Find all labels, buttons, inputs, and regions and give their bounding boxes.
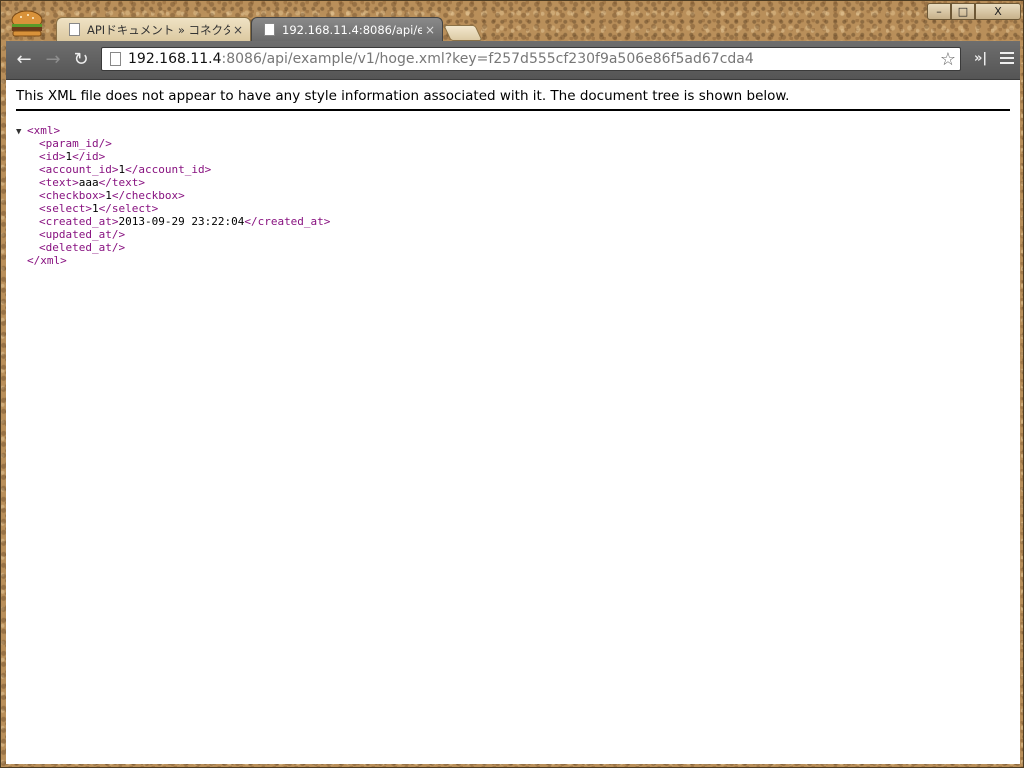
xml-style-message: This XML file does not appear to have an… [16,88,1010,111]
new-tab-button[interactable] [443,25,483,41]
xml-value: 2013-09-29 23:22:04 [118,215,245,228]
xml-tag: <account_id> [39,163,119,176]
xml-tag: <created_at> [39,215,119,228]
window-close-button[interactable]: X [975,3,1021,20]
page-icon [69,23,80,36]
url-path: :8086/api/example/v1/hoge.xml?key=f257d5… [221,51,754,67]
tab-api-documents[interactable]: APIドキュメント » コネクタ実装 × [56,17,251,41]
xml-tag: <text> [39,176,79,189]
tab-title: 192.168.11.4:8086/api/exam [282,22,422,37]
xml-element-line: <id>1</id> [16,150,330,163]
xml-value: aaa [78,176,99,189]
page-icon [264,23,275,36]
tab-xml-api[interactable]: 192.168.11.4:8086/api/exam × [251,17,443,41]
tab-title: APIドキュメント » コネクタ実装 [87,22,230,37]
xml-root-open-line[interactable]: ▼ <xml> [16,124,330,137]
xml-tag: <select> [39,202,92,215]
extensions-chevron-icon[interactable]: »| [974,51,987,66]
xml-tag: </checkbox> [111,189,185,202]
browser-toolbar: ← → ↻ 192.168.11.4:8086/api/example/v1/h… [6,41,1020,80]
xml-tag: </xml> [27,254,67,267]
minimize-button[interactable]: – [927,3,951,20]
browser-window: APIドキュメント » コネクタ実装 × 192.168.11.4:8086/a… [0,0,1024,768]
close-tab-icon[interactable]: × [422,23,438,37]
xml-tree: ▼ <xml> <param_id/> <id>1</id> <account_i… [16,124,330,267]
xml-element-line: <param_id/> [16,137,330,150]
url-host: 192.168.11.4 [128,51,222,67]
xml-value: 1 [105,189,112,202]
close-tab-icon[interactable]: × [230,23,246,37]
xml-root-close-line: </xml> [16,254,330,267]
xml-element-line: <deleted_at/> [16,241,330,254]
xml-tag: </created_at> [244,215,331,228]
xml-tag: <updated_at/> [39,228,126,241]
xml-value: 1 [91,202,99,215]
xml-tag: <param_id/> [39,137,112,150]
page-content: This XML file does not appear to have an… [6,80,1020,764]
xml-element-line: <account_id>1</account_id> [16,163,330,176]
xml-tag: <id> [39,150,66,163]
forward-arrow-icon[interactable]: → [42,49,64,71]
page-icon [110,52,121,66]
xml-tag: </id> [72,150,106,163]
xml-tag: </account_id> [125,163,212,176]
xml-element-line: <select>1</select> [16,202,330,215]
xml-tag: </select> [98,202,159,215]
xml-element-line: <created_at>2013-09-29 23:22:04</created… [16,215,330,228]
address-bar[interactable]: 192.168.11.4:8086/api/example/v1/hoge.xm… [101,47,961,71]
xml-element-line: <updated_at/> [16,228,330,241]
back-arrow-icon[interactable]: ← [13,49,35,71]
xml-element-line: <checkbox>1</checkbox> [16,189,330,202]
xml-tag: <deleted_at/> [39,241,126,254]
xml-tag: <xml> [27,124,61,137]
xml-tag: <checkbox> [39,189,106,202]
maximize-button[interactable]: □ [951,3,975,20]
hamburger-logo-icon [11,10,43,37]
xml-tag: </text> [98,176,145,189]
bookmark-star-icon[interactable]: ☆ [940,49,956,70]
reload-icon[interactable]: ↻ [70,49,92,71]
menu-hamburger-icon[interactable] [1000,52,1014,66]
xml-element-line: <text>aaa</text> [16,176,330,189]
